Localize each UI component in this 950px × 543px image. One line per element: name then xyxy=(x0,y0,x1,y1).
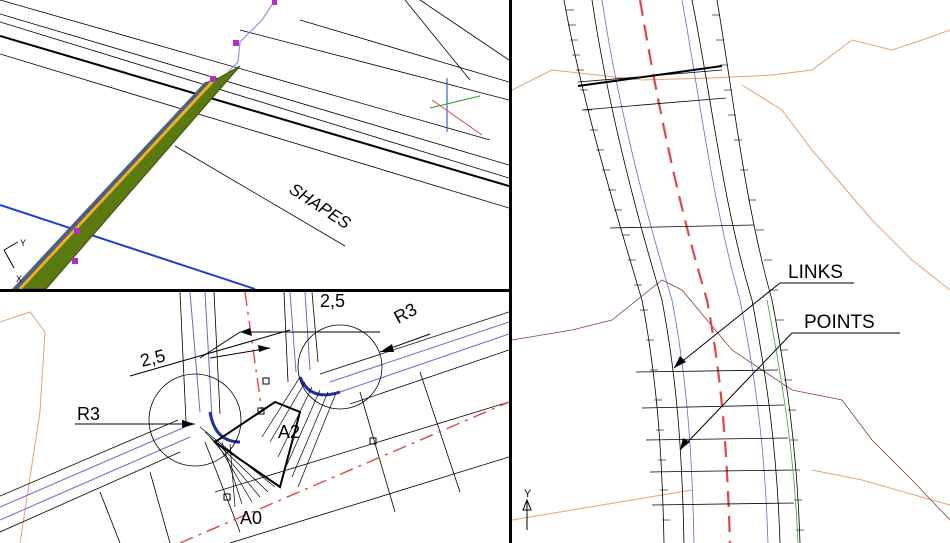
autocad-drawing-area[interactable]: SHAPES Y X 2,5 2,5 R3 R3 A2 A0 LINKS POI… xyxy=(0,0,950,543)
dim-text-right: 2,5 xyxy=(320,292,345,311)
curb-return-left xyxy=(208,411,241,444)
road-thick-edge xyxy=(0,35,509,187)
fan-links-left xyxy=(199,426,276,508)
viewport-plan-detail[interactable]: 2,5 2,5 R3 R3 A2 A0 xyxy=(0,292,509,543)
green-edge-line xyxy=(766,299,799,543)
viewport-alignment-plan[interactable]: LINKS POINTS Y xyxy=(512,0,950,543)
shapes-label: SHAPES xyxy=(286,179,355,233)
road-edge-lines xyxy=(0,0,509,247)
shape-edge-highlight xyxy=(18,79,215,289)
dimension-lines xyxy=(75,329,431,425)
lane-edges xyxy=(601,0,769,543)
radius-circle-left xyxy=(148,373,242,467)
radius-label-right: R3 xyxy=(390,299,420,327)
extruded-shape xyxy=(21,65,241,289)
a2-region-outline xyxy=(213,400,302,489)
viewport-3d-view[interactable]: SHAPES Y X xyxy=(0,0,509,289)
ucs-icon-right: Y xyxy=(522,488,532,530)
ucs-icon: Y X xyxy=(3,238,26,284)
ucs-y-label-right: Y xyxy=(524,488,532,500)
terrain-contour xyxy=(0,311,46,543)
point-label-a2: A2 xyxy=(278,422,300,442)
ucs-x-label: X xyxy=(16,274,22,284)
radius-label-left: R3 xyxy=(77,404,100,424)
drawing-alignment-canvas: LINKS POINTS Y xyxy=(512,0,950,543)
radius-circle-right xyxy=(297,324,383,410)
points-label: POINTS xyxy=(804,312,875,333)
station-section-bold xyxy=(577,65,723,87)
ucs-y-label: Y xyxy=(20,238,26,248)
drawing-3d-canvas: SHAPES Y X xyxy=(0,0,509,289)
point-label-a0: A0 xyxy=(240,508,262,528)
link-polyline xyxy=(227,0,276,73)
slope-ticks xyxy=(566,9,804,531)
terrain-contours xyxy=(512,29,950,521)
drawing-plan-canvas: 2,5 2,5 R3 R3 A2 A0 xyxy=(0,292,509,543)
corridor-edges xyxy=(563,0,801,543)
links-label: LINKS xyxy=(788,262,843,283)
boundary-line xyxy=(512,279,950,521)
